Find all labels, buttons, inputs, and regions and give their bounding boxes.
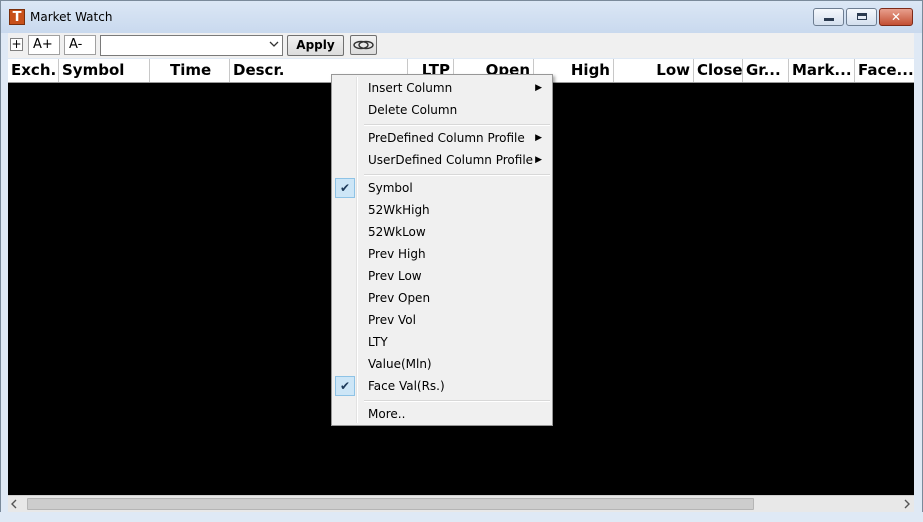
menu-item-prev-low[interactable]: Prev Low [334, 265, 550, 287]
link-button[interactable] [350, 35, 377, 55]
chain-link-icon [353, 40, 374, 50]
app-logo-icon: T [9, 9, 25, 25]
menu-item-delete-column[interactable]: Delete Column [334, 99, 550, 121]
menu-separator [364, 174, 550, 176]
menu-item-52wkhigh[interactable]: 52WkHigh [334, 199, 550, 221]
scroll-right-icon[interactable] [903, 499, 911, 509]
column-header[interactable]: Face... [855, 59, 914, 82]
menu-item-label: Prev High [368, 247, 426, 261]
minimize-button[interactable] [813, 8, 844, 26]
checkmark-icon: ✔ [335, 376, 355, 396]
toolbar: + A+ A- Apply [8, 33, 914, 58]
scroll-left-icon[interactable] [10, 499, 18, 509]
menu-item-label: PreDefined Column Profile [368, 131, 525, 145]
menu-item-prev-high[interactable]: Prev High [334, 243, 550, 265]
menu-item-label: Prev Open [368, 291, 431, 305]
menu-item-label: More.. [368, 407, 406, 421]
menu-item-value-mln[interactable]: Value(Mln) [334, 353, 550, 375]
menu-item-more[interactable]: More.. [334, 403, 550, 425]
column-header[interactable]: Time [150, 59, 230, 82]
column-header[interactable]: Close [694, 59, 743, 82]
window-edge [914, 59, 921, 512]
menu-item-label: Prev Vol [368, 313, 416, 327]
menu-item-prev-vol[interactable]: Prev Vol [334, 309, 550, 331]
menu-item-label: Face Val(Rs.) [368, 379, 445, 393]
close-button[interactable]: ✕ [879, 8, 913, 26]
window-bottom-edge [0, 512, 923, 522]
menu-item-face-val[interactable]: ✔ Face Val(Rs.) [334, 375, 550, 397]
menu-item-label: Insert Column [368, 81, 453, 95]
menu-item-userdefined-column-profile[interactable]: UserDefined Column Profile ▶ [334, 149, 550, 171]
menu-item-label: 52WkHigh [368, 203, 430, 217]
title-bar[interactable]: T Market Watch ✕ [1, 1, 922, 33]
menu-item-52wklow[interactable]: 52WkLow [334, 221, 550, 243]
submenu-arrow-icon: ▶ [535, 133, 542, 143]
checkmark-icon: ✔ [335, 178, 355, 198]
font-decrease-button[interactable]: A- [64, 35, 96, 55]
dropdown-arrow-icon [269, 41, 279, 47]
menu-item-prev-open[interactable]: Prev Open [334, 287, 550, 309]
menu-item-predefined-column-profile[interactable]: PreDefined Column Profile ▶ [334, 127, 550, 149]
menu-item-label: Prev Low [368, 269, 422, 283]
apply-button[interactable]: Apply [287, 35, 344, 56]
menu-separator [364, 124, 550, 126]
column-header[interactable]: Gr... [743, 59, 789, 82]
column-header[interactable]: Mark... [789, 59, 855, 82]
column-header[interactable]: Low [614, 59, 694, 82]
menu-item-label: UserDefined Column Profile [368, 153, 534, 167]
column-header[interactable]: Symbol [59, 59, 150, 82]
column-header[interactable]: Exch. [8, 59, 59, 82]
add-button[interactable]: + [10, 38, 23, 51]
maximize-button[interactable] [846, 8, 877, 26]
menu-item-label: 52WkLow [368, 225, 426, 239]
scrollbar-thumb[interactable] [27, 498, 754, 510]
submenu-arrow-icon: ▶ [535, 83, 542, 93]
menu-item-label: Value(Mln) [368, 357, 432, 371]
column-context-menu: Insert Column ▶ Delete Column PreDefined… [331, 74, 553, 426]
menu-item-insert-column[interactable]: Insert Column ▶ [334, 77, 550, 99]
maximize-icon [857, 13, 867, 20]
menu-item-label: LTY [368, 335, 388, 349]
menu-separator [364, 400, 550, 402]
window-title: Market Watch [30, 10, 113, 24]
minimize-icon [824, 18, 834, 21]
menu-item-symbol[interactable]: ✔ Symbol [334, 177, 550, 199]
font-increase-button[interactable]: A+ [28, 35, 60, 55]
horizontal-scrollbar[interactable] [8, 495, 914, 512]
submenu-arrow-icon: ▶ [535, 155, 542, 165]
menu-item-label: Delete Column [368, 103, 458, 117]
close-icon: ✕ [890, 10, 902, 24]
menu-item-label: Symbol [368, 181, 413, 195]
column-profile-dropdown[interactable] [100, 35, 283, 56]
menu-item-lty[interactable]: LTY [334, 331, 550, 353]
